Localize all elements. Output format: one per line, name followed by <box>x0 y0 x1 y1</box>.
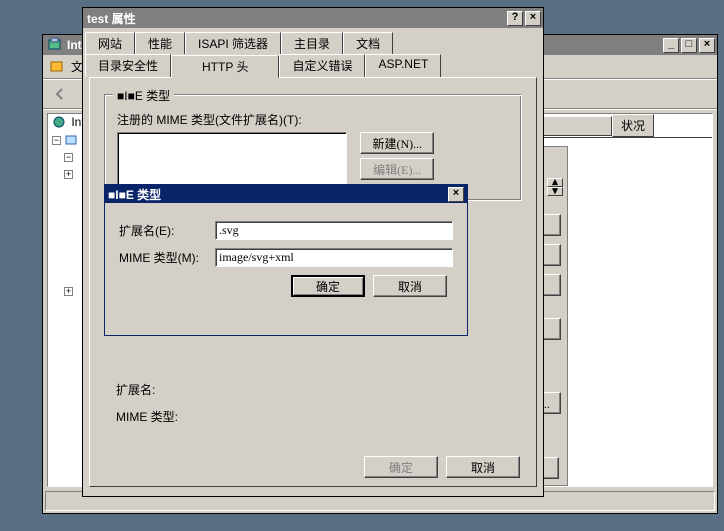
tab-panel-http-header: ■I■E 类型 注册的 MIME 类型(文件扩展名)(T): 新建(N)... … <box>89 77 537 487</box>
properties-window: test 属性 ? × 网站性能ISAPI 筛选器主目录文档 目录安全性HTTP… <box>82 7 544 497</box>
close-icon[interactable]: × <box>448 187 464 202</box>
bg-title: Int <box>67 38 82 52</box>
treeview[interactable]: Int − − + + <box>47 113 87 487</box>
prop-titlebar: test 属性 ? × <box>83 8 543 28</box>
mime-group-legend: ■I■E 类型 <box>113 87 174 104</box>
tab-ASP.NET[interactable]: ASP.NET <box>365 54 441 77</box>
prop-title: test 属性 <box>87 10 136 27</box>
expand-icon[interactable]: − <box>64 153 73 162</box>
extension-readonly-label: 扩展名: <box>116 381 510 398</box>
mime-type-input[interactable] <box>215 248 453 267</box>
tab-HTTP 头[interactable]: HTTP 头 <box>171 55 279 78</box>
tab-文档[interactable]: 文档 <box>343 32 393 54</box>
spin-down-icon[interactable]: ▾ <box>547 187 563 196</box>
tab-row-2: 目录安全性HTTP 头自定义错误ASP.NET <box>83 54 543 77</box>
tree-child-2[interactable]: − <box>48 148 86 165</box>
extension-input[interactable] <box>215 221 453 240</box>
tab-网站[interactable]: 网站 <box>85 32 135 54</box>
mime-dialog-title: ■I■E 类型 <box>108 186 161 203</box>
tree-child-3[interactable]: + <box>48 165 86 182</box>
back-icon[interactable] <box>49 83 71 105</box>
tab-ISAPI 筛选器[interactable]: ISAPI 筛选器 <box>185 32 281 54</box>
child-app-icon <box>49 59 65 75</box>
minimize-icon[interactable]: _ <box>663 38 679 53</box>
cancel-button[interactable]: 取消 <box>446 456 520 478</box>
expand-icon[interactable]: + <box>64 170 73 179</box>
mime-list-label: 注册的 MIME 类型(文件扩展名)(T): <box>117 111 509 128</box>
mimetype-readonly-label: MIME 类型: <box>116 408 510 425</box>
tab-性能[interactable]: 性能 <box>135 32 185 54</box>
extension-label: 扩展名(E): <box>119 222 215 239</box>
tab-主目录[interactable]: 主目录 <box>281 32 343 54</box>
new-button[interactable]: 新建(N)... <box>360 132 434 154</box>
ok-button[interactable]: 确定 <box>291 275 365 297</box>
ok-button: 确定 <box>364 456 438 478</box>
col-header-status[interactable]: 状况 <box>612 114 654 137</box>
tree-child-4[interactable]: + <box>48 282 86 299</box>
tab-自定义错误[interactable]: 自定义错误 <box>279 54 365 77</box>
edit-button: 编辑(E)... <box>360 158 434 180</box>
mime-type-dialog: ■I■E 类型 × 扩展名(E): MIME 类型(M): 确定 取消 <box>104 184 468 336</box>
close-icon[interactable]: × <box>699 38 715 53</box>
tab-目录安全性[interactable]: 目录安全性 <box>85 54 171 77</box>
mime-type-label: MIME 类型(M): <box>119 249 215 266</box>
app-icon <box>47 37 63 53</box>
tree-child-1[interactable]: − <box>48 131 86 148</box>
cancel-button[interactable]: 取消 <box>373 275 447 297</box>
tab-row-1: 网站性能ISAPI 筛选器主目录文档 <box>83 32 543 54</box>
expand-icon[interactable]: + <box>64 287 73 296</box>
help-icon[interactable]: ? <box>507 11 523 26</box>
tree-root[interactable]: Int <box>48 114 86 131</box>
expand-icon[interactable]: − <box>52 136 61 145</box>
close-icon[interactable]: × <box>525 11 541 26</box>
maximize-icon[interactable]: □ <box>681 38 697 53</box>
mime-dialog-titlebar: ■I■E 类型 × <box>105 185 467 203</box>
mime-listbox[interactable] <box>117 132 347 188</box>
